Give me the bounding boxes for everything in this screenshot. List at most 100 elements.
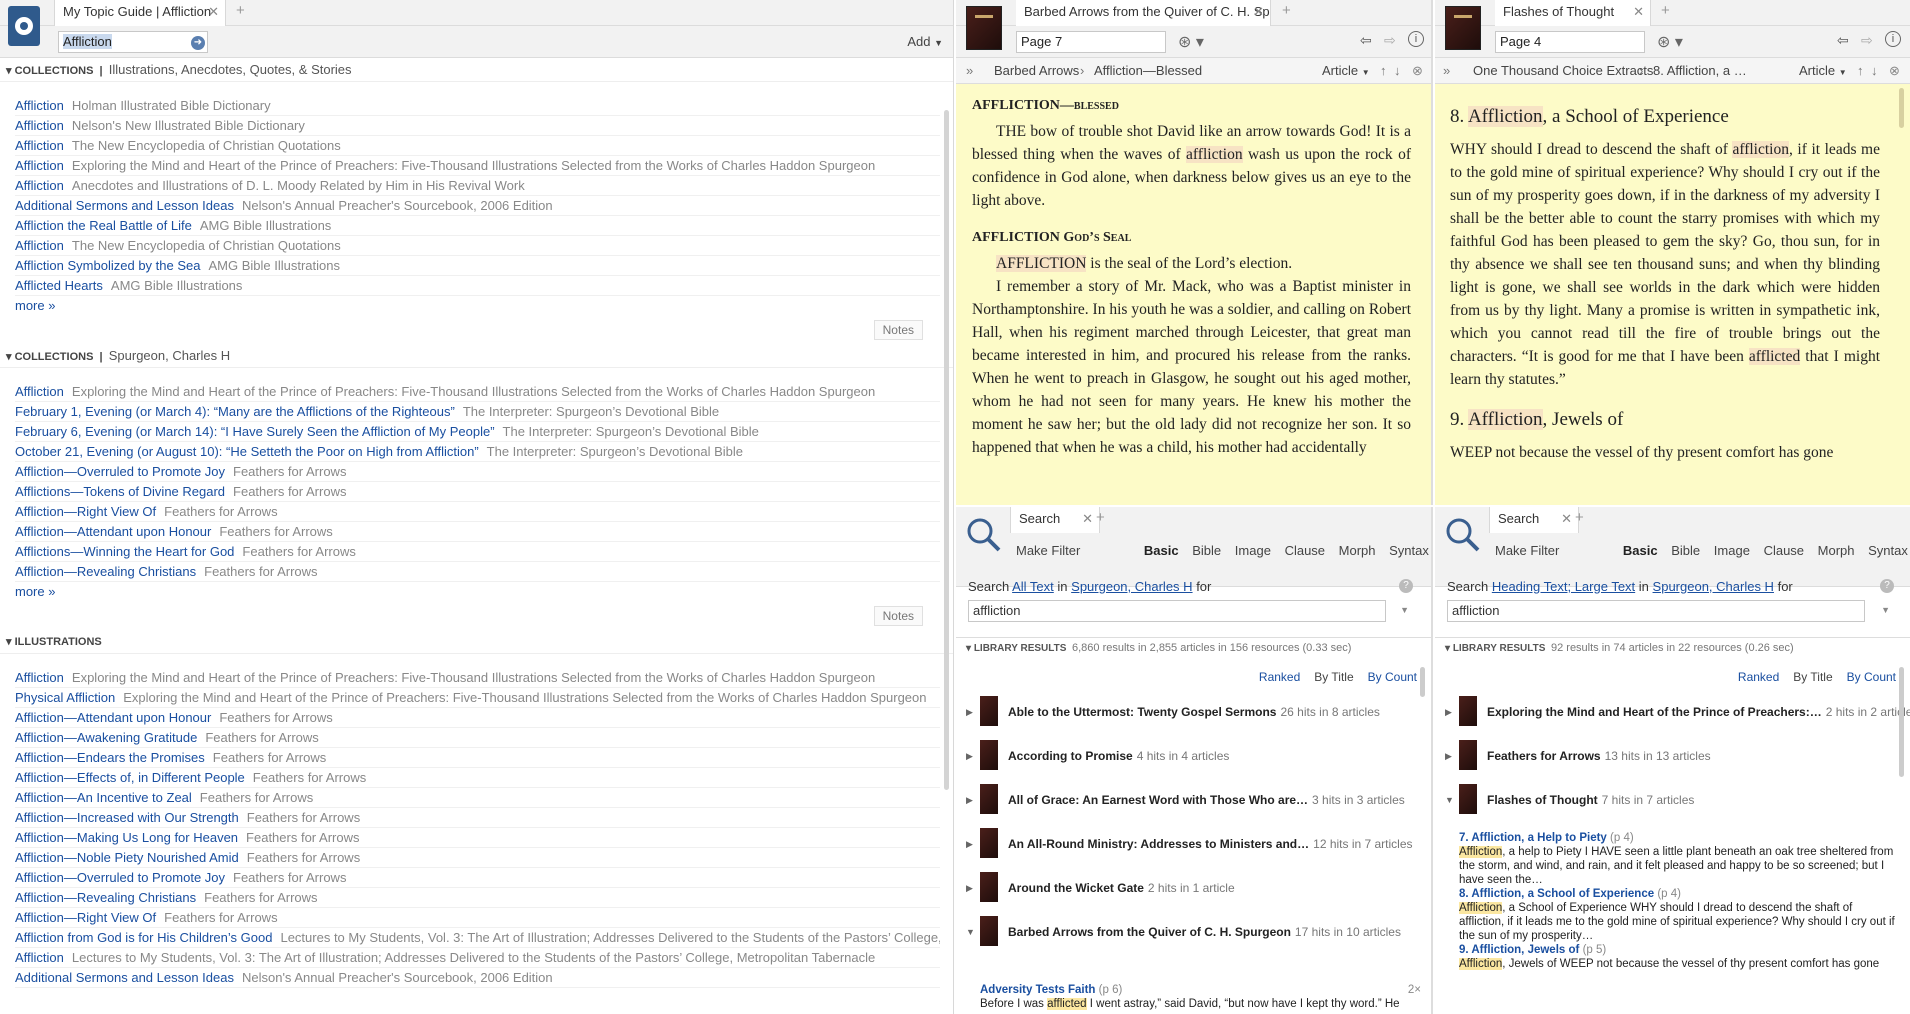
- collapsed-triangle-icon[interactable]: ▶: [966, 690, 973, 734]
- resource-title[interactable]: Anecdotes and Illustrations of D. L. Moo…: [72, 178, 525, 193]
- scrollbar[interactable]: [1899, 667, 1904, 777]
- result-title[interactable]: An All-Round Ministry: Addresses to Mini…: [1008, 837, 1309, 851]
- sort-by-count[interactable]: By Count: [1847, 670, 1896, 684]
- down-arrow-icon[interactable]: ↓: [1871, 58, 1878, 84]
- resource-title[interactable]: Feathers for Arrows: [219, 524, 332, 539]
- scope-link[interactable]: All Text: [1012, 579, 1054, 594]
- expand-icon[interactable]: »: [1443, 58, 1450, 84]
- article-link[interactable]: Affliction the Real Battle of Life: [15, 218, 192, 233]
- search-query-input[interactable]: affliction: [1447, 600, 1865, 622]
- add-button[interactable]: Add ▼: [907, 34, 943, 49]
- article-link[interactable]: Affliction—Attendant upon Honour: [15, 710, 211, 725]
- library-results-header[interactable]: ▾ LIBRARY RESULTS 6,860 results in 2,855…: [956, 637, 1431, 657]
- resource-title[interactable]: Feathers for Arrows: [213, 750, 326, 765]
- article-link[interactable]: Affliction from God is for His Children’…: [15, 930, 272, 945]
- tab-syntax[interactable]: Syntax: [1389, 543, 1429, 558]
- result-row[interactable]: ▶ All of Grace: An Earnest Word with Thos…: [956, 778, 1431, 822]
- result-title[interactable]: Flashes of Thought: [1487, 793, 1598, 807]
- tab-bible[interactable]: Bible: [1192, 543, 1221, 558]
- article-link[interactable]: Affliction—Revealing Christians: [15, 564, 196, 579]
- help-icon[interactable]: ?: [1880, 579, 1894, 593]
- parallel-resources-icon[interactable]: ⊛ ▾: [1657, 32, 1683, 52]
- library-results-header[interactable]: ▾ LIBRARY RESULTS 92 results in 74 artic…: [1435, 637, 1910, 657]
- article-link[interactable]: February 6, Evening (or March 14): “I Ha…: [15, 424, 495, 439]
- result-row[interactable]: ▼ Flashes of Thought 7 hits in 7 articles: [1435, 778, 1910, 822]
- sort-by-title[interactable]: By Title: [1314, 670, 1353, 684]
- tab-image[interactable]: Image: [1235, 543, 1271, 558]
- resource-title[interactable]: The Interpreter: Spurgeon’s Devotional B…: [463, 404, 719, 419]
- sort-ranked[interactable]: Ranked: [1259, 670, 1300, 684]
- hit-item[interactable]: Adversity Tests Faith (p 6) 2× Before I w…: [980, 983, 1421, 1011]
- tab-basic[interactable]: Basic: [1623, 543, 1658, 558]
- close-icon[interactable]: ✕: [208, 0, 219, 24]
- article-dropdown[interactable]: Article ▼: [1799, 58, 1847, 86]
- resource-title[interactable]: Feathers for Arrows: [205, 730, 318, 745]
- sort-by-count[interactable]: By Count: [1368, 670, 1417, 684]
- add-tab-icon[interactable]: +: [1575, 507, 1584, 529]
- up-arrow-icon[interactable]: ↑: [1857, 58, 1864, 84]
- result-title[interactable]: Barbed Arrows from the Quiver of C. H. S…: [1008, 925, 1291, 939]
- section-header[interactable]: ▾ ILLUSTRATIONS: [0, 630, 953, 654]
- article-link[interactable]: October 21, Evening (or August 10): “He …: [15, 444, 479, 459]
- resource-title[interactable]: Feathers for Arrows: [164, 504, 277, 519]
- result-row[interactable]: ▶ Around the Wicket Gate 2 hits in 1 artic…: [956, 866, 1431, 910]
- article-link[interactable]: Affliction: [15, 178, 64, 193]
- result-title[interactable]: Around the Wicket Gate: [1008, 881, 1144, 895]
- resource-title[interactable]: Exploring the Mind and Heart of the Prin…: [72, 670, 875, 685]
- resource-title[interactable]: Holman Illustrated Bible Dictionary: [72, 98, 271, 113]
- hit-title[interactable]: 7. Affliction, a Help to Piety: [1459, 832, 1607, 844]
- notes-button[interactable]: Notes: [873, 606, 923, 626]
- resource-title[interactable]: Nelson's Annual Preacher's Sourcebook, 2…: [242, 198, 553, 213]
- back-arrow-icon[interactable]: ⇦: [1360, 32, 1372, 49]
- result-row[interactable]: ▶ Feathers for Arrows 13 hits in 13 articl…: [1435, 734, 1910, 778]
- go-arrow-icon[interactable]: ➜: [191, 36, 205, 50]
- resource-title[interactable]: AMG Bible Illustrations: [200, 218, 332, 233]
- resource-title[interactable]: Feathers for Arrows: [233, 464, 346, 479]
- help-icon[interactable]: ?: [1399, 579, 1413, 593]
- close-circle-icon[interactable]: ⊗: [1889, 58, 1900, 84]
- breadcrumb-article[interactable]: Affliction—Blessed: [1094, 58, 1202, 84]
- resource-title[interactable]: Feathers for Arrows: [164, 910, 277, 925]
- make-filter-button[interactable]: Make Filter: [1016, 543, 1080, 558]
- chevron-down-icon[interactable]: ▼: [1881, 605, 1890, 615]
- forward-arrow-icon[interactable]: ⇨: [1861, 32, 1873, 49]
- article-link[interactable]: Affliction—An Incentive to Zeal: [15, 790, 192, 805]
- resource-title[interactable]: Feathers for Arrows: [242, 544, 355, 559]
- breadcrumb-resource[interactable]: One Thousand Choice Extracts: [1473, 58, 1653, 84]
- hit-title[interactable]: 9. Affliction, Jewels of: [1459, 944, 1579, 956]
- page-input[interactable]: Page 7: [1016, 31, 1166, 53]
- more-link[interactable]: more »: [0, 296, 953, 316]
- tab-basic[interactable]: Basic: [1144, 543, 1179, 558]
- add-tab-icon[interactable]: +: [1282, 0, 1291, 22]
- article-link[interactable]: Affliction—Right View Of: [15, 504, 156, 519]
- expand-icon[interactable]: »: [966, 58, 973, 84]
- tab-clause[interactable]: Clause: [1285, 543, 1325, 558]
- result-title[interactable]: According to Promise: [1008, 749, 1133, 763]
- search-query-input[interactable]: affliction: [968, 600, 1386, 622]
- make-filter-button[interactable]: Make Filter: [1495, 543, 1559, 558]
- expanded-triangle-icon[interactable]: ▼: [966, 910, 975, 954]
- up-arrow-icon[interactable]: ↑: [1380, 58, 1387, 84]
- scrollbar[interactable]: [944, 110, 949, 790]
- topic-input[interactable]: Affliction: [58, 31, 208, 53]
- resource-title[interactable]: The New Encyclopedia of Christian Quotat…: [72, 238, 341, 253]
- tab-morph[interactable]: Morph: [1339, 543, 1376, 558]
- more-link[interactable]: more »: [0, 582, 953, 602]
- collapsed-triangle-icon[interactable]: ▶: [966, 778, 973, 822]
- resource-title[interactable]: The Interpreter: Spurgeon’s Devotional B…: [487, 444, 743, 459]
- resource-title[interactable]: Nelson's Annual Preacher's Sourcebook, 2…: [242, 970, 553, 985]
- result-title[interactable]: Able to the Uttermost: Twenty Gospel Ser…: [1008, 705, 1276, 719]
- result-row[interactable]: ▶ According to Promise 4 hits in 4 article…: [956, 734, 1431, 778]
- collapsed-triangle-icon[interactable]: ▶: [966, 822, 973, 866]
- resource-title[interactable]: Exploring the Mind and Heart of the Prin…: [123, 690, 926, 705]
- article-link[interactable]: Affliction—Noble Piety Nourished Amid: [15, 850, 239, 865]
- resource-title[interactable]: Feathers for Arrows: [200, 790, 313, 805]
- result-row[interactable]: ▼ Barbed Arrows from the Quiver of C. H. …: [956, 910, 1431, 954]
- result-row[interactable]: ▶ An All-Round Ministry: Addresses to Min…: [956, 822, 1431, 866]
- result-row[interactable]: ▶ Able to the Uttermost: Twenty Gospel Se…: [956, 690, 1431, 734]
- article-link[interactable]: Afflicted Hearts: [15, 278, 103, 293]
- forward-arrow-icon[interactable]: ⇨: [1384, 32, 1396, 49]
- resource-title[interactable]: AMG Bible Illustrations: [208, 258, 340, 273]
- down-arrow-icon[interactable]: ↓: [1394, 58, 1401, 84]
- article-link[interactable]: Affliction: [15, 138, 64, 153]
